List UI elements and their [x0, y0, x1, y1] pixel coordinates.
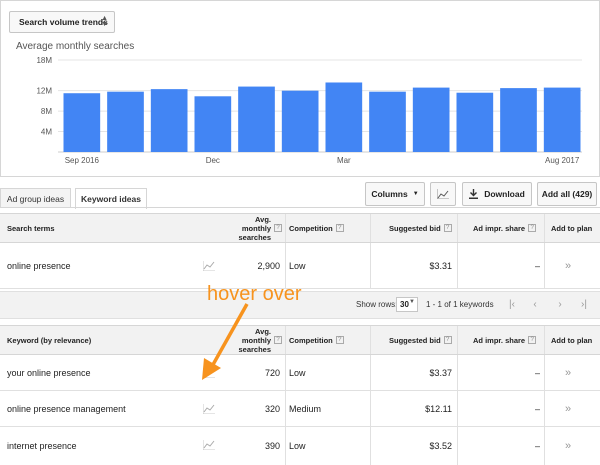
table-row: online presence management 320 Medium $1… [0, 391, 600, 427]
x-tick-label: Mar [337, 156, 351, 165]
header-ad-impr-share[interactable]: Ad impr. share? [473, 214, 537, 242]
tab-label: Ad group ideas [6, 193, 65, 204]
help-icon[interactable]: ? [274, 336, 282, 344]
header-avg-monthly-searches[interactable]: Avg. monthly searches? [224, 214, 282, 242]
tab-ad-group-ideas[interactable]: Ad group ideas [0, 188, 71, 208]
download-button[interactable]: Download [462, 182, 532, 206]
y-tick-label: 18M [36, 56, 52, 65]
header-suggested-bid[interactable]: Suggested bid? [389, 214, 452, 242]
help-icon[interactable]: ? [528, 224, 537, 232]
y-tick-label: 12M [36, 87, 52, 96]
annotation-arrow-icon [202, 303, 249, 380]
chart-bar[interactable] [194, 96, 232, 152]
competition-value: Low [289, 441, 306, 451]
keyword-text: your online presence [7, 367, 91, 378]
ad-impr-share-value: – [534, 441, 540, 451]
rows-value: 30 [400, 300, 409, 309]
help-icon[interactable]: ? [335, 224, 344, 232]
suggested-bid-value: $3.31 [429, 260, 452, 271]
x-tick-label: Sep 2016 [65, 156, 100, 165]
header-search-terms: Search terms [7, 223, 55, 233]
y-tick-label: 8M [41, 107, 52, 116]
download-icon [469, 189, 479, 199]
chart-bar[interactable] [107, 91, 144, 152]
avg-searches-value: 2,900 [257, 260, 280, 271]
header-competition[interactable]: Competition? [289, 326, 344, 354]
chart-bar[interactable] [412, 87, 450, 152]
first-page-icon[interactable]: |‹ [502, 295, 522, 313]
trend-chart-icon[interactable] [203, 440, 215, 450]
ad-impr-share-value: – [534, 260, 540, 271]
header-competition[interactable]: Competition? [289, 214, 344, 242]
keyword-text: online presence [7, 260, 71, 271]
header-add-to-plan: Add to plan [551, 223, 593, 233]
add-all-button[interactable]: Add all (429) [537, 182, 597, 206]
chart-bar[interactable] [63, 93, 101, 152]
chart-bar[interactable] [325, 82, 363, 152]
add-to-plan-chevron-icon[interactable]: » [565, 355, 571, 390]
show-rows-label: Show rows: [356, 300, 398, 309]
suggested-bid-value: $3.37 [429, 367, 452, 378]
chart-bar[interactable] [543, 87, 581, 152]
pagination-range: 1 - 1 of 1 keywords [426, 300, 494, 309]
trend-chart-icon[interactable] [203, 261, 215, 271]
caret-down-icon: ▼ [409, 299, 415, 305]
add-to-plan-chevron-icon[interactable]: » [565, 427, 571, 465]
chart-bar[interactable] [238, 86, 275, 152]
ad-impr-share-value: – [534, 367, 540, 378]
chart-bar[interactable] [369, 91, 406, 152]
keyword-text: online presence management [7, 403, 126, 414]
caret-down-icon: ▼ [412, 191, 419, 197]
download-label: Download [484, 189, 525, 199]
competition-value: Low [289, 260, 306, 271]
add-to-plan-chevron-icon[interactable]: » [565, 243, 571, 288]
help-icon[interactable]: ? [335, 336, 344, 344]
chart-bar[interactable] [281, 90, 319, 152]
trend-chart-icon[interactable] [203, 404, 215, 414]
table-row: your online presence 720 Low $3.37 – » [0, 355, 600, 391]
header-ad-impr-share[interactable]: Ad impr. share? [473, 326, 537, 354]
avg-searches-value: 390 [264, 441, 280, 451]
table-row: internet presence 390 Low $3.52 – » [0, 427, 600, 465]
suggested-bid-value: $12.11 [425, 403, 452, 414]
tab-label: Keyword ideas [81, 194, 141, 204]
y-tick-label: 4M [41, 128, 52, 137]
ad-impr-share-value: – [534, 403, 540, 414]
competition-value: Low [289, 367, 306, 378]
prev-page-icon[interactable]: ‹ [525, 295, 545, 313]
x-tick-label: Aug 2017 [545, 156, 580, 165]
help-icon[interactable]: ? [443, 224, 452, 232]
chart-bar[interactable] [456, 92, 494, 152]
line-chart-icon [437, 189, 449, 199]
last-page-icon[interactable]: ›| [574, 295, 594, 313]
bar-chart: 18M 12M 8M 4M Sep 2016 Dec Mar Aug 2017 [36, 56, 582, 165]
chart-bar[interactable] [500, 88, 537, 152]
header-suggested-bid[interactable]: Suggested bid? [389, 326, 452, 354]
next-page-icon[interactable]: › [550, 295, 570, 313]
chart-view-button[interactable] [430, 182, 456, 206]
add-all-label: Add all (429) [541, 189, 593, 199]
keyword-table-header: Keyword (by relevance) Avg. monthly searc… [0, 325, 600, 355]
help-icon[interactable]: ? [443, 336, 452, 344]
add-to-plan-chevron-icon[interactable]: » [565, 391, 571, 426]
keyword-text: internet presence [7, 441, 77, 451]
tabs-divider [0, 207, 600, 208]
chart-bar[interactable] [150, 89, 188, 152]
header-keyword: Keyword (by relevance) [7, 335, 92, 345]
help-icon[interactable]: ? [528, 336, 537, 344]
search-terms-header: Search terms Avg. monthly searches? Compe… [0, 213, 600, 243]
help-icon[interactable]: ? [274, 224, 282, 232]
suggested-bid-value: $3.52 [429, 441, 452, 451]
x-tick-label: Dec [206, 156, 220, 165]
columns-label: Columns [371, 189, 408, 199]
avg-searches-value: 320 [264, 403, 280, 414]
competition-value: Medium [289, 403, 322, 414]
tab-keyword-ideas[interactable]: Keyword ideas [75, 188, 147, 209]
header-add-to-plan: Add to plan [551, 335, 593, 345]
rows-per-page-select[interactable]: 30 ▼ [396, 297, 418, 312]
columns-button[interactable]: Columns ▼ [365, 182, 425, 206]
